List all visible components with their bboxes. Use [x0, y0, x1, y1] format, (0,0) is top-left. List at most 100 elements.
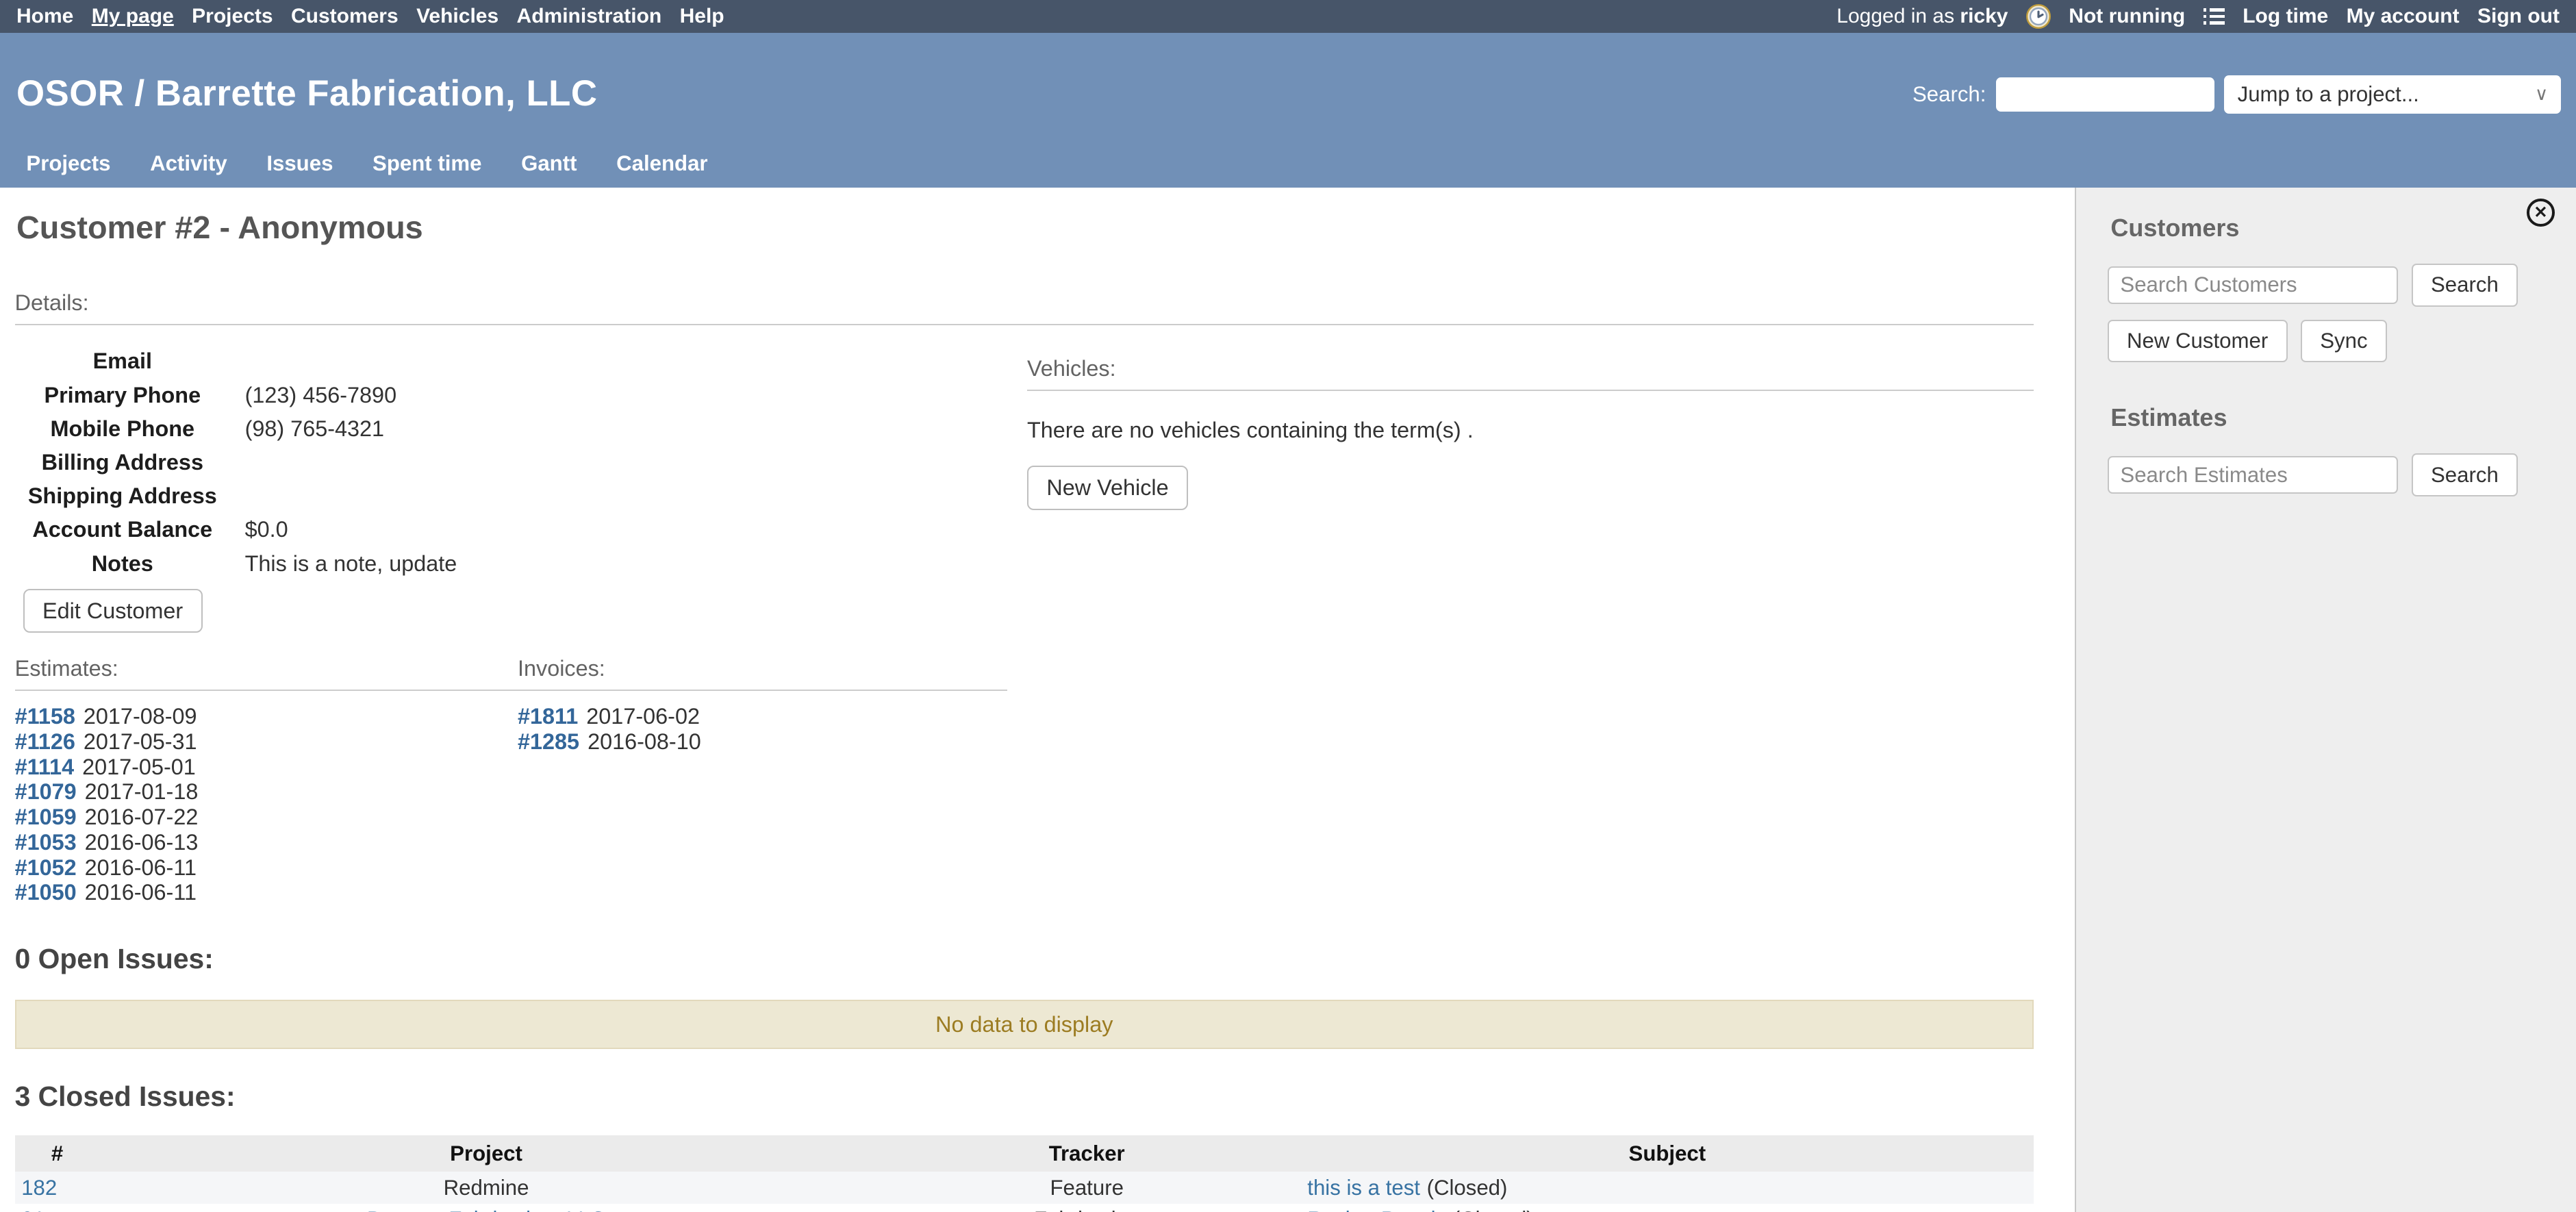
search-label: Search:: [1912, 82, 1986, 107]
detail-row-billing-address: Billing Address: [15, 446, 1027, 479]
project-jump-select[interactable]: Jump to a project... ∨: [2224, 75, 2561, 113]
issue-subject-link[interactable]: this is a test: [1307, 1176, 1420, 1200]
new-vehicle-button[interactable]: New Vehicle: [1027, 466, 1188, 510]
issue-project: Redmine: [444, 1176, 529, 1200]
tab-calendar[interactable]: Calendar: [616, 151, 707, 176]
project-jump-value: Jump to a project...: [2238, 82, 2419, 107]
estimate-item: #10592016-07-22: [15, 805, 518, 830]
issue-row: 91 Barrette Fabrication, LLC Fabrication…: [15, 1204, 2034, 1212]
estimate-link[interactable]: #1053: [15, 830, 77, 855]
page-title: Customer #2 - Anonymous: [16, 209, 2034, 246]
sidebar: ✕ Customers Search New Customer Sync Est…: [2075, 188, 2576, 1212]
estimate-item: #1114 2017-05-01: [15, 755, 518, 780]
menu-administration[interactable]: Administration: [517, 5, 662, 28]
menu-customers[interactable]: Customers: [291, 5, 399, 28]
detail-value: $0.0: [230, 517, 288, 542]
column-subject: Subject: [1301, 1135, 2034, 1172]
invoice-link[interactable]: #1285: [518, 729, 579, 754]
search-customers-input[interactable]: [2108, 266, 2399, 304]
search-estimates-input[interactable]: [2108, 456, 2399, 494]
log-time-link[interactable]: Log time: [2243, 5, 2328, 28]
tab-activity[interactable]: Activity: [150, 151, 227, 176]
menu-my-page[interactable]: My page: [92, 5, 174, 28]
table-header-row: # Project Tracker Subject: [15, 1135, 2034, 1172]
my-account-link[interactable]: My account: [2347, 5, 2460, 28]
issue-tracker: Feature: [873, 1172, 1301, 1204]
estimates-heading: Estimates:: [15, 656, 518, 691]
search-input[interactable]: [1996, 77, 2214, 112]
header-search-area: Search: Jump to a project... ∨: [1912, 75, 2561, 113]
search-estimates-button[interactable]: Search: [2412, 453, 2518, 496]
estimate-link[interactable]: #1059: [15, 805, 77, 829]
estimate-link[interactable]: #1114: [15, 755, 75, 779]
time-entries-list-icon[interactable]: [2204, 8, 2225, 25]
estimate-link[interactable]: #1079: [15, 779, 77, 804]
invoices-section: Invoices: #18112017-06-02 #12852016-08-1…: [518, 656, 1007, 905]
sidebar-customers-heading: Customers: [2110, 214, 2576, 242]
issue-subject-link[interactable]: Rocker Panels: [1307, 1207, 1446, 1212]
estimate-date: 2017-05-01: [82, 755, 196, 779]
column-tracker: Tracker: [873, 1135, 1301, 1172]
estimate-link[interactable]: #1126: [15, 729, 75, 754]
detail-row-email: Email: [15, 344, 1027, 378]
issue-id-link[interactable]: 91: [21, 1207, 45, 1212]
issue-row: 182 Redmine Feature this is a test (Close…: [15, 1172, 2034, 1204]
issue-tracker: Fabrication: [873, 1204, 1301, 1212]
estimate-item: #1052 2016-06-11: [15, 855, 518, 881]
invoice-date: 2016-08-10: [588, 729, 701, 754]
estimates-section: Estimates: #11582017-08-09 #11262017-05-…: [15, 656, 518, 905]
estimate-date: 2016-06-13: [85, 830, 199, 855]
customer-details: Email Primary Phone (123) 456-7890 Mobil…: [15, 344, 1027, 633]
tab-projects[interactable]: Projects: [26, 151, 110, 176]
site-title: OSOR / Barrette Fabrication, LLC: [16, 73, 598, 114]
issue-status: (Closed): [1427, 1176, 1508, 1200]
issue-project-link[interactable]: Barrette Fabrication, LLC: [367, 1207, 605, 1212]
main-tabs: Projects Activity Issues Spent time Gant…: [26, 151, 707, 176]
detail-label: Billing Address: [15, 450, 230, 475]
issue-id-link[interactable]: 182: [21, 1176, 57, 1200]
detail-label: Notes: [15, 551, 230, 577]
timer-clock-icon[interactable]: [2026, 4, 2051, 29]
estimate-item: #11262017-05-31: [15, 729, 518, 755]
invoice-date: 2017-06-02: [586, 704, 700, 729]
username: ricky: [1960, 5, 2008, 27]
search-customers-button[interactable]: Search: [2412, 264, 2518, 306]
menu-projects[interactable]: Projects: [192, 5, 273, 28]
detail-label: Account Balance: [15, 517, 230, 542]
menu-home[interactable]: Home: [16, 5, 73, 28]
column-id: #: [15, 1135, 100, 1172]
new-customer-button[interactable]: New Customer: [2108, 320, 2288, 362]
detail-row-primary-phone: Primary Phone (123) 456-7890: [15, 379, 1027, 412]
detail-row-mobile-phone: Mobile Phone (98) 765-4321: [15, 412, 1027, 446]
site-header: OSOR / Barrette Fabrication, LLC Search:…: [0, 33, 2576, 188]
estimate-link[interactable]: #1158: [15, 704, 75, 729]
tab-gantt[interactable]: Gantt: [521, 151, 577, 176]
invoice-link[interactable]: #1811: [518, 704, 578, 729]
closed-issues-table: # Project Tracker Subject 182 Redmine Fe…: [15, 1135, 2034, 1212]
detail-label: Email: [15, 349, 230, 374]
column-project: Project: [99, 1135, 872, 1172]
estimate-link[interactable]: #1052: [15, 855, 77, 880]
top-menu: Home My page Projects Customers Vehicles…: [16, 5, 724, 28]
detail-value: (123) 456-7890: [230, 383, 396, 408]
close-sidebar-icon[interactable]: ✕: [2527, 199, 2555, 227]
tab-issues[interactable]: Issues: [266, 151, 333, 176]
detail-row-notes: Notes This is a note, update: [15, 547, 1027, 581]
invoice-item: #1811 2017-06-02: [518, 704, 1007, 729]
menu-help[interactable]: Help: [680, 5, 724, 28]
main-content: Customer #2 - Anonymous Details: Email P…: [0, 188, 2075, 1212]
detail-value: (98) 765-4321: [230, 416, 384, 442]
estimate-link[interactable]: #1050: [15, 880, 77, 905]
top-account-area: Logged in as ricky Not running Log time …: [1836, 4, 2560, 29]
tab-spent-time[interactable]: Spent time: [372, 151, 481, 176]
estimate-date: 2016-06-11: [85, 855, 197, 880]
vehicles-heading: Vehicles:: [1027, 356, 2034, 391]
invoices-list: #1811 2017-06-02 #1285 2016-08-10: [518, 704, 1007, 754]
page: Home My page Projects Customers Vehicles…: [0, 0, 2576, 1212]
estimate-item: #10502016-06-11: [15, 880, 518, 905]
menu-vehicles[interactable]: Vehicles: [416, 5, 498, 28]
edit-customer-button[interactable]: Edit Customer: [23, 589, 203, 633]
sign-out-link[interactable]: Sign out: [2477, 5, 2560, 28]
sync-button[interactable]: Sync: [2301, 320, 2387, 362]
timer-status: Not running: [2069, 5, 2185, 28]
